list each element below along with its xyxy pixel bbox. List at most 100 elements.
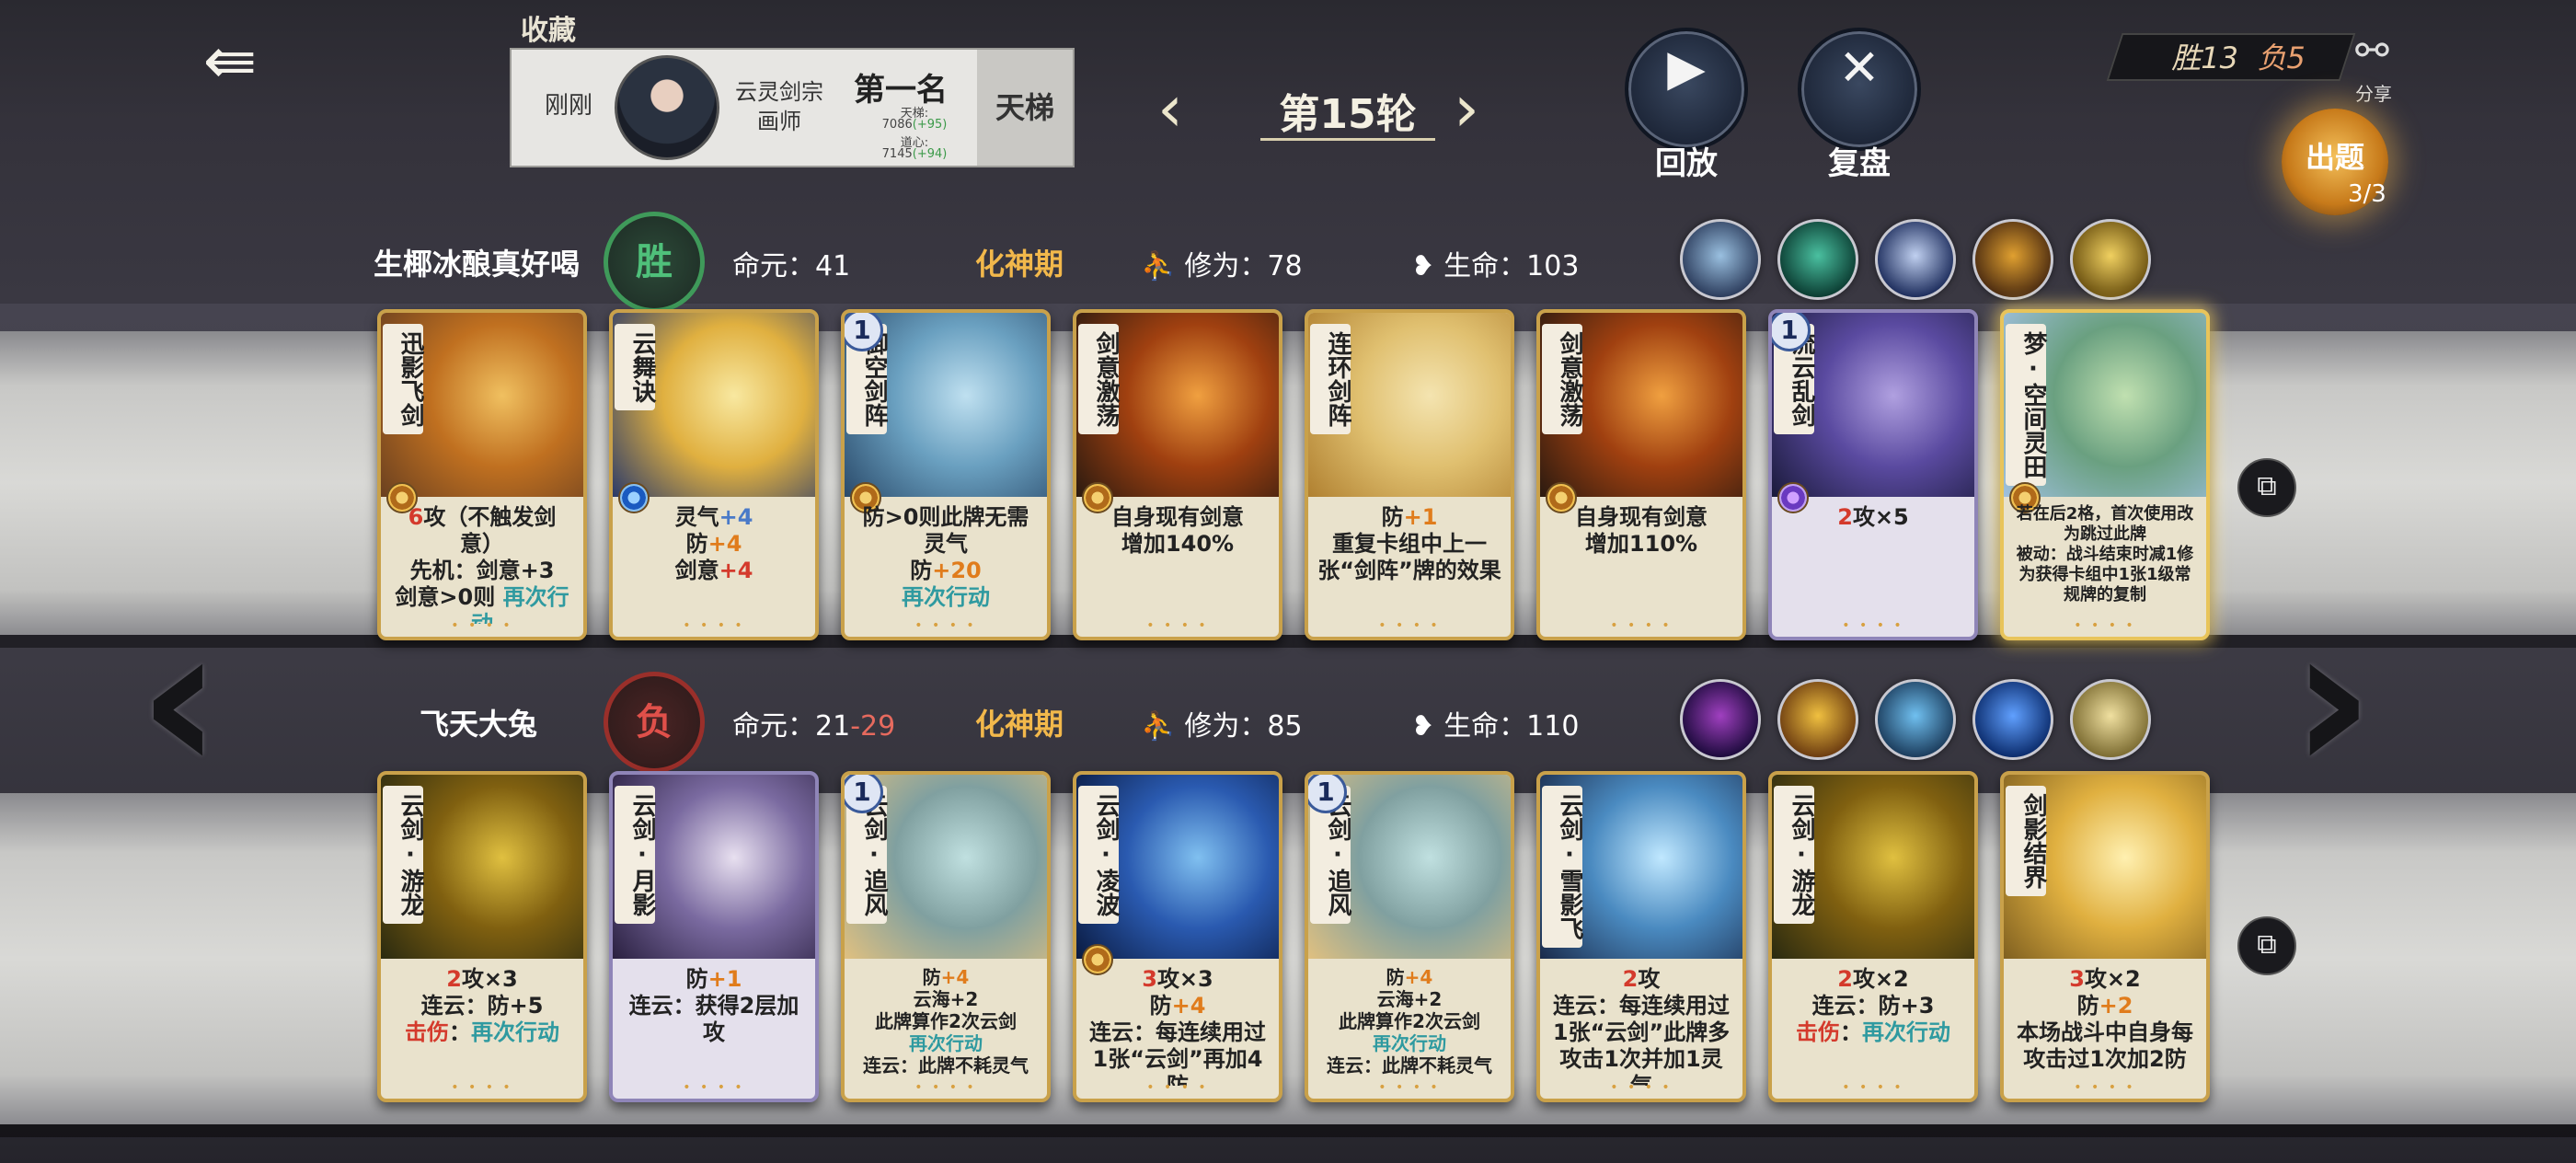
heart-icon: ❥ [1411, 710, 1435, 743]
player1-cultivation-label: 修为： [1184, 250, 1268, 282]
play-icon: ▶ [1667, 39, 1706, 97]
card-footer-dots: • • • • [1146, 1080, 1209, 1095]
card-footer-dots: • • • • [1146, 618, 1209, 633]
next-page-arrow-icon[interactable]: › [2291, 598, 2375, 800]
ladder-button[interactable]: 天梯 [977, 50, 1073, 166]
card-level-badge: 1 [845, 313, 883, 351]
golden-sword-icon[interactable] [1972, 219, 2053, 300]
avatar-girl-icon[interactable] [1680, 219, 1761, 300]
player2-copy-deck-icon[interactable]: ⧉ [2237, 916, 2296, 975]
prev-round-icon[interactable]: ‹ [1157, 72, 1183, 145]
card[interactable]: 剑意激荡自身现有剑意 增加140% • • • • [1073, 309, 1282, 640]
player2-cultivation: ⛹ 修为：85 [1141, 703, 1303, 743]
card-footer-dots: • • • • [914, 1080, 977, 1095]
player2-health: ❥ 生命：110 [1411, 703, 1579, 743]
card-level-badge: 1 [845, 775, 883, 813]
player2-result-badge: 负 [604, 672, 705, 773]
review-button-label: 复盘 [1828, 145, 1891, 182]
mind-delta: (+94) [912, 147, 948, 161]
card[interactable]: 云剑·雪影飞 2攻 连云：每连续用过1张“云剑”此牌多攻击1次并加1灵气 • • • … [1536, 771, 1746, 1102]
card-title: 云舞诀 [615, 324, 656, 410]
crossed-swords-icon: ✕ [1838, 39, 1880, 97]
golden-fan-icon[interactable] [2070, 679, 2151, 760]
role-name: 画师 [757, 109, 801, 134]
golden-ring-icon[interactable] [1777, 679, 1858, 760]
ladder-value: 7086(+95) [850, 118, 979, 132]
green-swirl-icon[interactable] [1777, 219, 1858, 300]
card-footer-dots: • • • • [1610, 1080, 1673, 1095]
card[interactable]: 云舞诀灵气+4 防+4 剑意+4 • • • • [609, 309, 819, 640]
loss-count: 负5 [2257, 40, 2306, 75]
avatar-swordsman-icon[interactable] [1875, 219, 1956, 300]
card-description: 2攻 连云：每连续用过1张“云剑”此牌多攻击1次并加1灵气 [1552, 966, 1731, 1086]
next-round-icon[interactable]: › [1454, 72, 1479, 145]
card-title: 连环剑阵 [1310, 324, 1351, 434]
card-footer-dots: • • • • [1842, 618, 1904, 633]
player1-realm: 化神期 [975, 247, 1064, 282]
round-label: 第15轮 [1279, 91, 1417, 138]
player2-realm: 化神期 [975, 707, 1064, 742]
card-description: 防+1 连云：获得2层加攻 [628, 966, 799, 1045]
replay-button[interactable]: ▶ 回放 [1625, 28, 1748, 182]
card[interactable]: 连环剑阵防+1 重复卡组中上一张“剑阵”牌的效果 • • • • [1305, 309, 1514, 640]
review-button[interactable]: ✕ 复盘 [1798, 28, 1921, 182]
card[interactable]: 云剑·游龙 2攻×2 连云：防+3 击伤：再次行动 • • • • [1768, 771, 1978, 1102]
card-level-badge: 1 [1772, 313, 1811, 351]
golden-cross-icon[interactable] [2070, 219, 2151, 300]
card-description: 防+4 云海+2 此牌算作2次云剑 再次行动 连云：此牌不耗灵气 [863, 966, 1029, 1077]
blue-blade-icon[interactable] [1972, 679, 2053, 760]
card-footer-dots: • • • • [2074, 618, 2136, 633]
ladder-delta: (+95) [912, 118, 948, 132]
card-footer-dots: • • • • [1378, 1080, 1441, 1095]
card-footer-dots: • • • • [1378, 618, 1441, 633]
card[interactable]: 云剑·游龙 2攻×3 连云：防+5 击伤：再次行动 • • • • [377, 771, 587, 1102]
heart-icon: ❥ [1411, 250, 1435, 282]
mind-value: 7145(+94) [850, 147, 979, 161]
player2-destiny: 命元：21-29 [732, 703, 895, 743]
player1-copy-deck-icon[interactable]: ⧉ [2237, 458, 2296, 517]
card-level-badge: 1 [1308, 775, 1347, 813]
card[interactable]: 云剑·追风 1 防+4 云海+2 此牌算作2次云剑 再次行动 连云：此牌不耗灵气 • • • … [841, 771, 1051, 1102]
purple-swirl-icon[interactable] [1680, 679, 1761, 760]
card-title: 梦·空间灵田 [2006, 324, 2047, 486]
player2-cultivation-label: 修为： [1184, 710, 1268, 743]
card[interactable]: 剑意激荡 自身现有剑意 增加110% • • • • [1536, 309, 1746, 640]
quiz-count: 3/3 [2348, 180, 2386, 208]
card[interactable]: 流云乱剑 1 2攻×5 • • • • [1768, 309, 1978, 640]
player2-name: 飞天大兔 [420, 707, 538, 742]
card[interactable]: 迅影飞剑 6攻（不触发剑意） 先机：剑意+3 剑意>0则 再次行动 • • • • [377, 309, 587, 640]
share-icon[interactable]: ⚯ [2355, 28, 2410, 83]
card-description: 防>0则此牌无需灵气 防+20 再次行动 [862, 504, 1029, 610]
replay-button-label: 回放 [1655, 145, 1718, 182]
card-description: 自身现有剑意 增加110% [1575, 504, 1708, 557]
card[interactable]: 梦·空间灵田若在后2格，首次使用改为跳过此牌 被动：战斗结束时减1修为获得卡组中1… [2000, 309, 2210, 640]
card-description: 若在后2格，首次使用改为跳过此牌 被动：战斗结束时减1修为获得卡组中1张1级常规牌… [2016, 504, 2194, 605]
back-arrow-icon[interactable]: ⇚ [184, 26, 276, 96]
share-label[interactable]: 分享 [2355, 79, 2392, 106]
prev-page-arrow-icon[interactable]: ‹ [138, 598, 222, 800]
card[interactable]: 云剑·追风 1 防+4 云海+2 此牌算作2次云剑 再次行动 连云：此牌不耗灵气 • • • … [1305, 771, 1514, 1102]
card[interactable]: 御空剑阵 1 防>0则此牌无需灵气 防+20 再次行动 • • • • [841, 309, 1051, 640]
player1-cultivation-value: 78 [1267, 250, 1303, 282]
card-description: 防+4 云海+2 此牌算作2次云剑 再次行动 连云：此牌不耗灵气 [1327, 966, 1492, 1077]
player2-destiny-label: 命元： [732, 710, 815, 743]
favorite-label[interactable]: 收藏 [521, 7, 576, 48]
card-title: 云剑·游龙 [383, 786, 424, 924]
ladder-value-number: 7086 [881, 118, 913, 132]
player1-result-badge: 胜 [604, 212, 705, 313]
card-title: 剑意激荡 [1078, 324, 1120, 434]
avatar-dancer-icon[interactable] [1875, 679, 1956, 760]
card[interactable]: 剑影结界 3攻×2 防+2 本场战斗中自身每攻击过1次加2防 • • • • [2000, 771, 2210, 1102]
player2-destiny-loss: -29 [850, 710, 896, 743]
replay-record-card[interactable]: 刚刚 云灵剑宗 画师 第一名 天梯: 7086(+95) 道心: 7145(+9… [510, 48, 1075, 167]
meditation-icon: ⛹ [1141, 710, 1176, 743]
card-footer-dots: • • • • [683, 618, 745, 633]
card-description: 灵气+4 防+4 剑意+4 [674, 504, 753, 583]
card-footer-dots: • • • • [914, 618, 977, 633]
win-count: 胜13 [2171, 40, 2238, 75]
card-description: 自身现有剑意 增加140% [1111, 504, 1244, 557]
card-description: 防+1 重复卡组中上一张“剑阵”牌的效果 [1317, 504, 1501, 583]
player1-name: 生椰冰酿真好喝 [374, 247, 581, 282]
card[interactable]: 云剑·月影 防+1 连云：获得2层加攻 • • • • [609, 771, 819, 1102]
card[interactable]: 云剑·凌波 3攻×3 防+4 连云：每连续用过1张“云剑”再加4防 • • • • [1073, 771, 1282, 1102]
